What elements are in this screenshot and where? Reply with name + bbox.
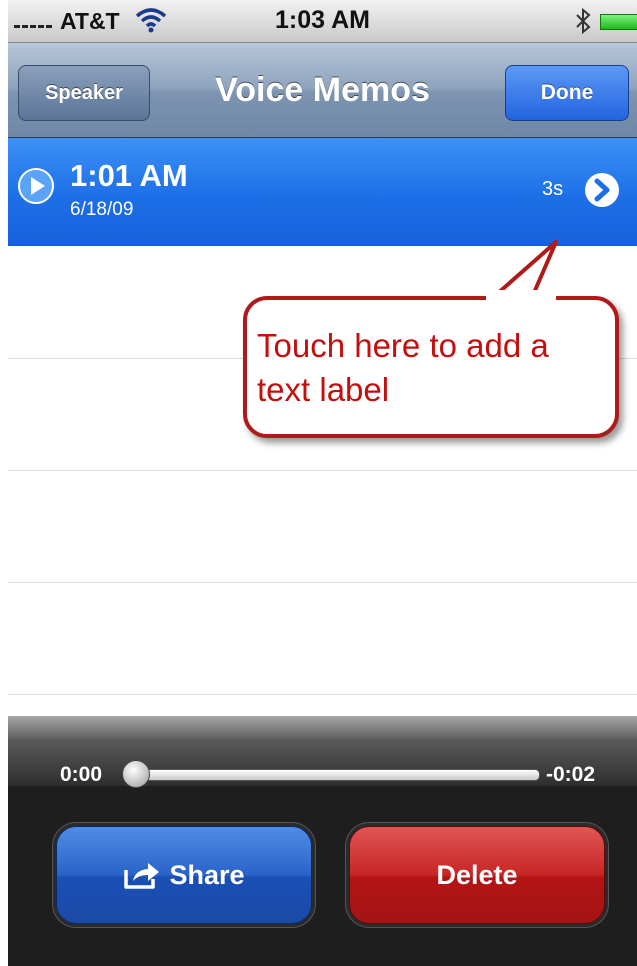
play-icon[interactable] — [16, 166, 56, 206]
speaker-button[interactable]: Speaker — [18, 65, 150, 121]
share-icon — [124, 863, 160, 889]
scrubber-thumb[interactable] — [122, 760, 150, 788]
remaining-time: -0:02 — [546, 763, 596, 786]
bluetooth-icon — [576, 8, 591, 34]
share-button[interactable]: Share — [56, 826, 312, 924]
player-toolbar: 0:00 -0:02 Share Delete — [8, 716, 637, 966]
share-label: Share — [169, 859, 245, 890]
callout-joint — [486, 290, 556, 302]
memo-duration: 3s — [542, 178, 564, 200]
status-bar: AT&T 1:03 AM — [8, 0, 637, 43]
chevron-right-icon[interactable] — [582, 170, 622, 210]
elapsed-time: 0:00 — [60, 763, 103, 786]
battery-icon — [600, 14, 637, 30]
list-divider — [8, 470, 637, 471]
memo-time: 1:01 AM — [70, 158, 188, 193]
memo-date: 6/18/09 — [70, 199, 134, 220]
voice-memos-screen: AT&T 1:03 AM Speaker Voice Memos Done 1:… — [8, 0, 637, 966]
page-title: Voice Memos — [215, 71, 430, 109]
done-button[interactable]: Done — [505, 65, 629, 121]
list-divider — [8, 582, 637, 583]
list-divider — [8, 694, 637, 695]
navigation-bar: Speaker Voice Memos Done — [8, 43, 637, 138]
memo-list-item[interactable]: 1:01 AM 6/18/09 3s — [8, 138, 637, 246]
callout-text: Touch here to add a text label — [257, 327, 549, 408]
delete-button[interactable]: Delete — [349, 826, 605, 924]
status-clock: 1:03 AM — [275, 6, 370, 34]
scrubber-track[interactable] — [138, 769, 540, 781]
